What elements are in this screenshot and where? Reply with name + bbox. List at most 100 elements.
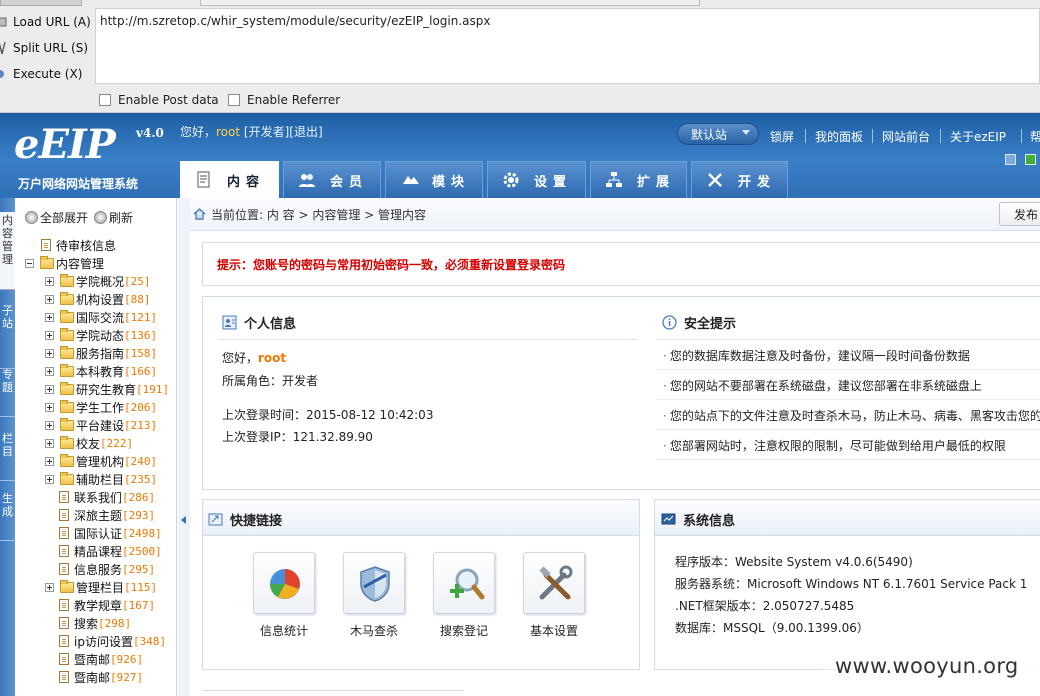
collapse-toggle-icon[interactable] bbox=[25, 258, 34, 268]
tree-node[interactable]: 机构设置 [88] bbox=[45, 290, 151, 308]
tab-members[interactable]: 会员 bbox=[283, 161, 381, 198]
load-url-button[interactable]: Load URL (A) bbox=[0, 11, 92, 33]
url-textarea[interactable]: http://m.szretop.c/whir_system/module/se… bbox=[95, 8, 1040, 84]
expand-toggle-icon[interactable] bbox=[45, 402, 54, 412]
tree-node-label: 管理栏目 bbox=[76, 580, 125, 595]
skin-blue-icon[interactable] bbox=[1005, 154, 1016, 165]
tree-node[interactable]: 内容管理 bbox=[25, 254, 104, 272]
program-version: 程序版本：Website System v4.0.6(5490) bbox=[675, 555, 913, 569]
site-select[interactable]: 默认站 bbox=[677, 123, 759, 145]
tree-node[interactable]: 联系我们 [286] bbox=[59, 488, 155, 506]
tab-modules[interactable]: 模块 bbox=[385, 161, 483, 198]
hackbar-toolbar: Load URL (A) Split URL (S) Execute (X) h… bbox=[0, 0, 1040, 113]
side-tab-column[interactable]: 栏目 bbox=[0, 432, 15, 462]
sidebar-collapse-handle[interactable] bbox=[178, 198, 190, 696]
statistics-label[interactable]: 信息统计 bbox=[253, 622, 315, 639]
tree-node[interactable]: 本科教育 [166] bbox=[45, 362, 157, 380]
tree-node[interactable]: 暨南邮 [927] bbox=[59, 668, 143, 686]
my-panel-link[interactable]: 我的面板 bbox=[815, 128, 863, 145]
expand-toggle-icon[interactable] bbox=[45, 276, 54, 286]
expand-toggle-icon[interactable] bbox=[45, 312, 54, 322]
enable-referrer-label: Enable Referrer bbox=[247, 93, 341, 107]
expand-toggle-icon[interactable] bbox=[45, 366, 54, 376]
side-tab-content[interactable]: 内容管理 bbox=[0, 212, 15, 290]
tree-node[interactable]: 学院动态 [136] bbox=[45, 326, 157, 344]
tree-node[interactable]: 搜索 [298] bbox=[59, 614, 131, 632]
trojan-scan-shortcut[interactable] bbox=[343, 552, 405, 614]
tree-node[interactable]: 校友 [222] bbox=[45, 434, 133, 452]
expand-toggle-icon[interactable] bbox=[45, 348, 54, 358]
refresh-button[interactable]: 刷新 bbox=[109, 209, 133, 226]
security-tip-text: 您部署网站时，注意权限的限制，尽可能做到给用户最低的权限 bbox=[669, 439, 1006, 453]
expand-toggle-icon[interactable] bbox=[45, 438, 54, 448]
tree-node[interactable]: 学院概况 [25] bbox=[45, 272, 151, 290]
side-tab-subsite[interactable]: 子站 bbox=[0, 304, 15, 334]
expand-toggle-icon[interactable] bbox=[45, 384, 54, 394]
role-link[interactable]: [开发者] bbox=[244, 125, 289, 139]
enable-referrer-box[interactable] bbox=[228, 94, 240, 106]
tree-node[interactable]: 信息服务 [295] bbox=[59, 560, 155, 578]
publish-button[interactable]: 发布 bbox=[999, 202, 1040, 226]
tree-node[interactable]: 精品课程 [2500] bbox=[59, 542, 162, 560]
tree-node-label: 辅助栏目 bbox=[76, 472, 125, 487]
tree-node[interactable]: 国际认证 [2498] bbox=[59, 524, 162, 542]
basic-settings-label[interactable]: 基本设置 bbox=[523, 622, 585, 639]
tab-develop[interactable]: 开发 bbox=[691, 161, 788, 198]
tree-node-count: [213] bbox=[124, 418, 158, 432]
expand-toggle-icon[interactable] bbox=[45, 330, 54, 340]
help-link[interactable]: 帮 bbox=[1030, 128, 1040, 145]
tree-toolbar: 全部展开 刷新 bbox=[25, 209, 133, 225]
expand-toggle-icon[interactable] bbox=[45, 420, 54, 430]
basic-settings-shortcut[interactable] bbox=[523, 552, 585, 614]
tree-node[interactable]: 管理栏目 [115] bbox=[45, 578, 157, 596]
tree-node-label: 国际交流 bbox=[76, 310, 125, 325]
tree-node[interactable]: 辅助栏目 [235] bbox=[45, 470, 157, 488]
tree-node[interactable]: 管理机构 [240] bbox=[45, 452, 157, 470]
page-icon bbox=[59, 509, 69, 521]
side-tab-topic[interactable]: 专题 bbox=[0, 368, 15, 398]
about-ezeip-link[interactable]: 关于ezEIP bbox=[950, 128, 1006, 145]
tree-node[interactable]: 暨南邮 [926] bbox=[59, 650, 143, 668]
page-icon bbox=[41, 239, 51, 251]
enable-post-checkbox[interactable]: Enable Post data bbox=[99, 92, 219, 108]
password-warning: 提示：您账号的密码与常用初始密码一致，必须重新设置登录密码 bbox=[202, 242, 1040, 286]
skin-green-icon[interactable] bbox=[1025, 154, 1036, 165]
tab-extensions[interactable]: 扩展 bbox=[590, 161, 687, 198]
enable-referrer-checkbox[interactable]: Enable Referrer bbox=[228, 92, 340, 108]
tree-node[interactable]: 学生工作 [206] bbox=[45, 398, 157, 416]
tree-node[interactable]: 待审核信息 bbox=[41, 236, 116, 254]
expand-toggle-icon[interactable] bbox=[45, 582, 54, 592]
tree-node[interactable]: ip访问设置 [348] bbox=[59, 632, 166, 650]
page-icon bbox=[59, 635, 69, 647]
search-register-label[interactable]: 搜索登记 bbox=[433, 622, 495, 639]
tab-content[interactable]: 内容 bbox=[180, 161, 279, 198]
tree-node[interactable]: 国际交流 [121] bbox=[45, 308, 157, 326]
tree-node-label: 精品课程 bbox=[74, 544, 123, 559]
tree-node[interactable]: 教学规章 [167] bbox=[59, 596, 155, 614]
lock-screen-link[interactable]: 锁屏 bbox=[770, 128, 794, 145]
site-front-link[interactable]: 网站前台 bbox=[882, 128, 930, 145]
divider bbox=[656, 369, 1040, 370]
header-username[interactable]: root bbox=[216, 125, 240, 139]
logout-link[interactable]: [退出] bbox=[289, 125, 322, 139]
folder-icon bbox=[60, 399, 74, 413]
statistics-shortcut[interactable] bbox=[253, 552, 315, 614]
folder-icon bbox=[60, 291, 74, 305]
expand-toggle-icon[interactable] bbox=[45, 474, 54, 484]
tree-node[interactable]: 平台建设 [213] bbox=[45, 416, 157, 434]
expand-toggle-icon[interactable] bbox=[45, 294, 54, 304]
expand-all-button[interactable]: 全部展开 bbox=[40, 209, 88, 226]
expand-toggle-icon[interactable] bbox=[45, 456, 54, 466]
search-register-shortcut[interactable] bbox=[433, 552, 495, 614]
enable-post-box[interactable] bbox=[99, 94, 111, 106]
tree-node[interactable]: 深旅主题 [293] bbox=[59, 506, 155, 524]
execute-button[interactable]: Execute (X) bbox=[0, 63, 92, 85]
split-url-button[interactable]: Split URL (S) bbox=[0, 37, 92, 59]
side-divider bbox=[0, 540, 15, 541]
tab-settings[interactable]: 设置 bbox=[487, 161, 586, 198]
tree-node[interactable]: 研究生教育 [191] bbox=[45, 380, 169, 398]
info-icon bbox=[662, 314, 677, 330]
trojan-scan-label[interactable]: 木马查杀 bbox=[343, 622, 405, 639]
side-tab-generate[interactable]: 生成 bbox=[0, 492, 15, 522]
tree-node[interactable]: 服务指南 [158] bbox=[45, 344, 157, 362]
